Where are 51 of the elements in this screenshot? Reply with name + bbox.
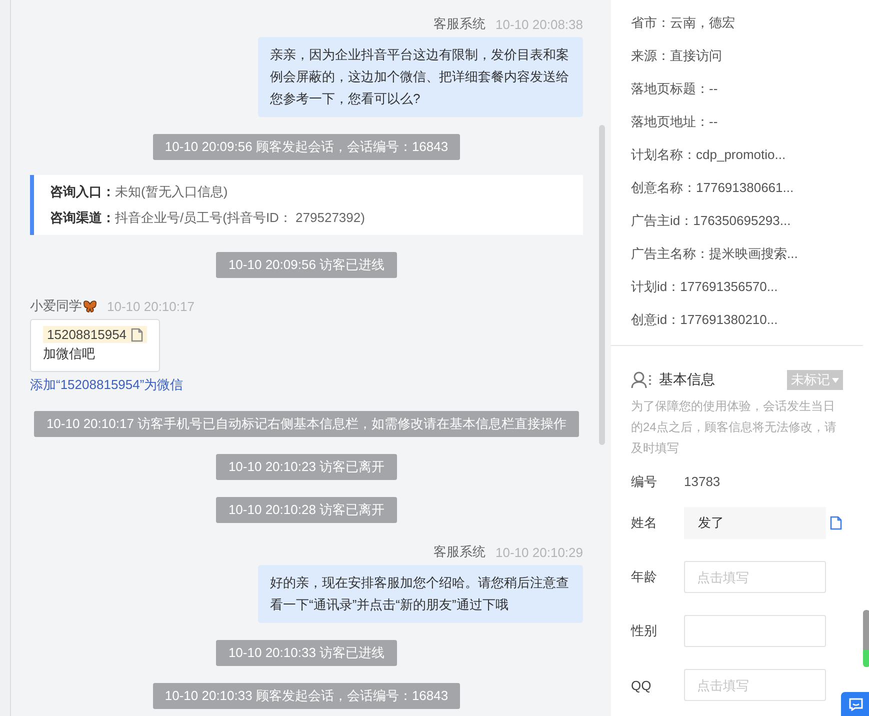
system-notice: 10-10 20:09:56 顾客发起会话，会话编号：16843 — [152, 134, 460, 160]
input-field[interactable]: 点击填写 — [684, 669, 826, 701]
input-field[interactable]: 点击填写 — [684, 561, 826, 593]
info-row-text: 广告主id：176350695293... — [631, 212, 792, 230]
info-row-text: 广告主名称：提米映画搜索... — [631, 245, 799, 263]
field-label: 姓名 — [631, 514, 658, 532]
info-row-text: 创意名称：177691380661... — [631, 179, 795, 197]
input-field[interactable] — [684, 615, 826, 647]
info-row-text: 创意id：177691380210... — [631, 311, 779, 329]
copy-icon[interactable] — [130, 328, 143, 342]
user-list-icon — [631, 371, 653, 389]
caret-icon — [832, 378, 839, 382]
info-row-text: 省市：云南，德宏 — [631, 14, 736, 32]
sender-name: 客服系统 — [434, 543, 486, 561]
phone-number: 15208815954 — [43, 326, 147, 343]
field-label: 编号 — [631, 472, 658, 490]
copy-icon[interactable] — [830, 516, 842, 530]
scrollbar-thumb[interactable] — [599, 125, 605, 445]
info-row-text: 来源：直接访问 — [631, 47, 723, 65]
add-wechat-link[interactable]: 添加“15208815954”为微信 — [30, 376, 597, 394]
chat-icon — [848, 698, 862, 710]
system-notice: 10-10 20:10:17 访客手机号已自动标记右侧基本信息栏，如需修改请在基本信息栏直接操作 — [34, 411, 579, 437]
field-label: 年龄 — [631, 568, 658, 586]
system-notice: 10-10 20:10:23 访客已离开 — [216, 454, 397, 480]
scrollbar-thumb[interactable] — [863, 610, 869, 667]
field-label: QQ — [631, 678, 652, 692]
system-notice: 10-10 20:10:33 顾客发起会话，会话编号：16843 — [152, 683, 460, 709]
message-time: 10-10 20:08:38 — [496, 16, 583, 32]
notice-text: 为了保障您的使用体验，会话发生当日的24点之后，顾客信息将无法修改，请及时填写 — [631, 398, 838, 457]
message-time: 10-10 20:10:17 — [107, 298, 194, 314]
message-time: 10-10 20:10:29 — [496, 544, 583, 560]
system-notice: 10-10 20:10:28 访客已离开 — [216, 497, 397, 523]
source-line: 咨询渠道：抖音企业号/员工号(抖音号ID： 279527392) — [50, 209, 366, 227]
info-row-text: 落地页地址：-- — [631, 113, 719, 131]
system-notice: 10-10 20:10:33 访客已进线 — [216, 640, 397, 666]
info-row-text: 计划名称：cdp_promotio... — [631, 146, 787, 164]
message-bubble: 好的亲，现在安排客服加您个绍哈。请您稍后注意查看一下“通讯录”并点击“新的朋友”通过下哦 — [258, 565, 583, 623]
info-row-text: 计划id：177691356570... — [631, 278, 779, 296]
sender-name: 客服系统 — [434, 15, 486, 33]
name-field[interactable]: 发了 — [684, 507, 826, 539]
source-line: 咨询入口：未知(暂无入口信息) — [50, 183, 229, 201]
message-text: 加微信吧 — [43, 345, 95, 363]
field-label: 性别 — [631, 622, 658, 640]
chat-button[interactable] — [841, 692, 869, 716]
section-title: 基本信息 — [659, 371, 715, 389]
sender-name: 小爱同学 — [30, 297, 97, 315]
system-notice: 10-10 20:09:56 访客已进线 — [216, 252, 397, 278]
field-value: 13783 — [684, 474, 720, 489]
message-bubble: 亲亲，因为企业抖音平台这边有限制，发价目表和案例会屏蔽的，这边加个微信、把详细套餐内容发送给您参考一下，您看可以么? — [258, 37, 583, 117]
butterfly-icon — [83, 300, 97, 312]
info-row-text: 落地页标题：-- — [631, 80, 719, 98]
